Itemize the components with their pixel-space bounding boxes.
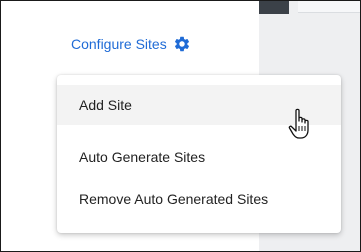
light-header-tab [298, 1, 360, 13]
configure-sites-menu: Add Site Auto Generate Sites Remove Auto… [57, 75, 341, 233]
gear-icon [173, 35, 191, 53]
configure-sites-button[interactable]: Configure Sites [71, 35, 191, 53]
hand-pointer-icon [287, 107, 317, 141]
dark-header-tab [259, 1, 289, 14]
menu-item-auto-generate-sites[interactable]: Auto Generate Sites [57, 137, 341, 177]
menu-item-remove-auto-generated-sites[interactable]: Remove Auto Generated Sites [57, 179, 341, 219]
app-frame: Configure Sites Add Site Auto Generate S… [0, 0, 361, 252]
configure-sites-label: Configure Sites [71, 36, 167, 52]
